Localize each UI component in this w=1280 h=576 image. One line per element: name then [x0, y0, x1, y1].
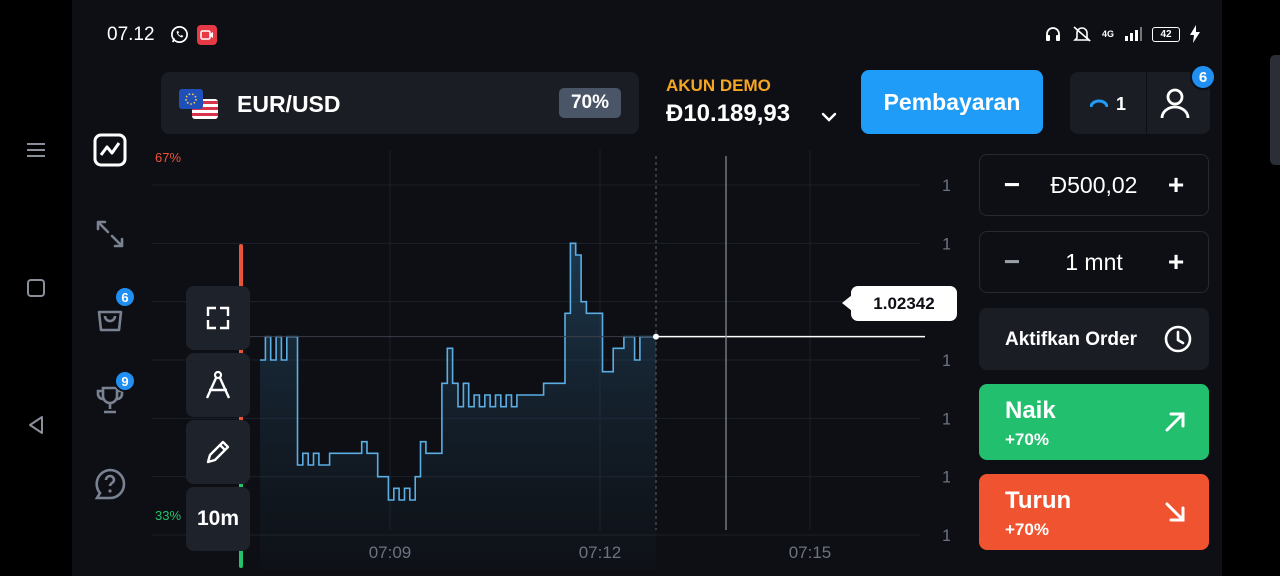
battery-indicator: 42	[1152, 26, 1180, 42]
divider	[1146, 72, 1147, 134]
mute-bell-icon	[1073, 26, 1091, 42]
chart-area	[222, 156, 925, 570]
draw-pencil-button[interactable]	[186, 420, 250, 484]
y-tick-label: 1.02330	[942, 468, 950, 487]
y-tick-label: 1.02325	[942, 526, 950, 545]
profile-icon[interactable]	[1158, 86, 1192, 120]
timeframe-button[interactable]: 10m	[186, 487, 250, 551]
eur-usd-flag-icon	[179, 89, 218, 119]
notification-badge: 6	[1190, 64, 1216, 90]
menu-icon	[27, 143, 45, 157]
down-label: Turun	[1005, 487, 1072, 514]
amount-control: − Đ500,02 +	[979, 154, 1209, 216]
network-type: 4G	[1101, 29, 1114, 39]
status-time: 07.12	[107, 24, 155, 45]
status-notification-icons	[170, 25, 217, 45]
up-label: Naik	[1005, 397, 1056, 424]
amount-increase-button[interactable]: +	[1150, 155, 1202, 215]
asset-name: EUR/USD	[237, 91, 341, 117]
sidebar-chart-button[interactable]	[90, 130, 130, 170]
chevron-down-icon[interactable]	[820, 108, 838, 126]
amount-decrease-button[interactable]: −	[986, 155, 1038, 215]
chart-icon	[93, 133, 127, 167]
home-button[interactable]	[22, 274, 50, 302]
up-trade-button[interactable]: Naik +70%	[979, 384, 1209, 460]
current-price-point	[653, 333, 659, 340]
android-navigation-bar	[0, 0, 72, 576]
trades-arc-icon	[1090, 99, 1108, 108]
y-tick-label: 1.02340	[942, 351, 950, 370]
open-trades-profile-box: 1	[1070, 72, 1210, 134]
charging-bolt-icon	[1190, 25, 1200, 43]
back-button[interactable]	[22, 411, 50, 439]
current-price-tag: 1.02342	[842, 286, 957, 321]
recent-apps-button[interactable]	[22, 136, 50, 164]
amount-value[interactable]: Đ500,02	[1032, 155, 1156, 215]
y-tick-label: 1.02335	[942, 409, 950, 428]
clock-icon	[1164, 325, 1192, 353]
arrow-up-right-icon	[1165, 412, 1185, 432]
sidebar-help-button[interactable]	[90, 464, 130, 504]
open-trades-count: 1	[1116, 94, 1127, 114]
price-chart-svg[interactable]: 1.023551.023501.023451.023401.023351.023…	[150, 150, 950, 570]
up-payout: +70%	[1005, 430, 1049, 449]
status-bar: 07.12 4G 42	[72, 0, 1222, 70]
sentiment-down-pct: 67%	[155, 150, 182, 165]
home-square-icon	[27, 279, 45, 297]
trading-app: 6 9 EUR/USD 70% AKUN DEMO Đ10.189,93 Pem…	[72, 64, 1222, 576]
pencil-icon	[206, 440, 230, 464]
edge-panel-handle[interactable]	[1270, 55, 1280, 165]
y-tick-label: 1.02355	[942, 176, 950, 195]
account-balance[interactable]: Đ10.189,93	[666, 100, 790, 128]
account-type-label[interactable]: AKUN DEMO	[666, 76, 771, 96]
fullscreen-button[interactable]	[186, 286, 250, 350]
asset-selector[interactable]: EUR/USD 70%	[161, 72, 639, 134]
duration-value[interactable]: 1 mnt	[1032, 232, 1156, 292]
screen-edge	[1222, 0, 1280, 576]
portfolio-badge: 6	[114, 286, 136, 308]
open-trades-button[interactable]: 1	[1070, 72, 1146, 134]
y-tick-label: 1.02350	[942, 234, 950, 253]
arrow-down-right-icon	[1165, 502, 1185, 522]
tournaments-badge: 9	[114, 370, 136, 392]
pending-order-button[interactable]: Aktifkan Order	[979, 308, 1209, 370]
expand-icon	[206, 306, 230, 330]
sidebar-trades-button[interactable]	[90, 214, 130, 254]
payment-button[interactable]: Pembayaran	[861, 70, 1043, 134]
headphones-icon	[1045, 27, 1060, 41]
compass-icon	[205, 370, 231, 399]
price-chart[interactable]: 1.023551.023501.023451.023401.023351.023…	[150, 150, 950, 570]
screen-recorder-icon	[197, 25, 217, 45]
whatsapp-icon	[171, 26, 188, 43]
duration-increase-button[interactable]: +	[1150, 232, 1202, 292]
duration-control: − 1 mnt +	[979, 231, 1209, 293]
x-tick-label: 07:09	[369, 543, 412, 562]
help-question-icon	[94, 468, 126, 500]
x-tick-label: 07:12	[579, 543, 622, 562]
x-tick-label: 07:15	[789, 543, 832, 562]
swap-arrows-icon	[96, 220, 124, 248]
signal-icon	[1125, 27, 1142, 41]
duration-decrease-button[interactable]: −	[986, 232, 1038, 292]
drawing-tools-button[interactable]	[186, 353, 250, 417]
down-payout: +70%	[1005, 520, 1049, 539]
back-triangle-icon	[29, 416, 43, 434]
sentiment-up-pct: 33%	[155, 508, 182, 523]
asset-payout-badge: 70%	[559, 88, 621, 118]
pending-order-label: Aktifkan Order	[1005, 329, 1137, 350]
status-system-icons: 4G 42	[1044, 25, 1200, 43]
y-axis-ticks: 1.023551.023501.023451.023401.023351.023…	[942, 176, 950, 545]
down-trade-button[interactable]: Turun +70%	[979, 474, 1209, 550]
